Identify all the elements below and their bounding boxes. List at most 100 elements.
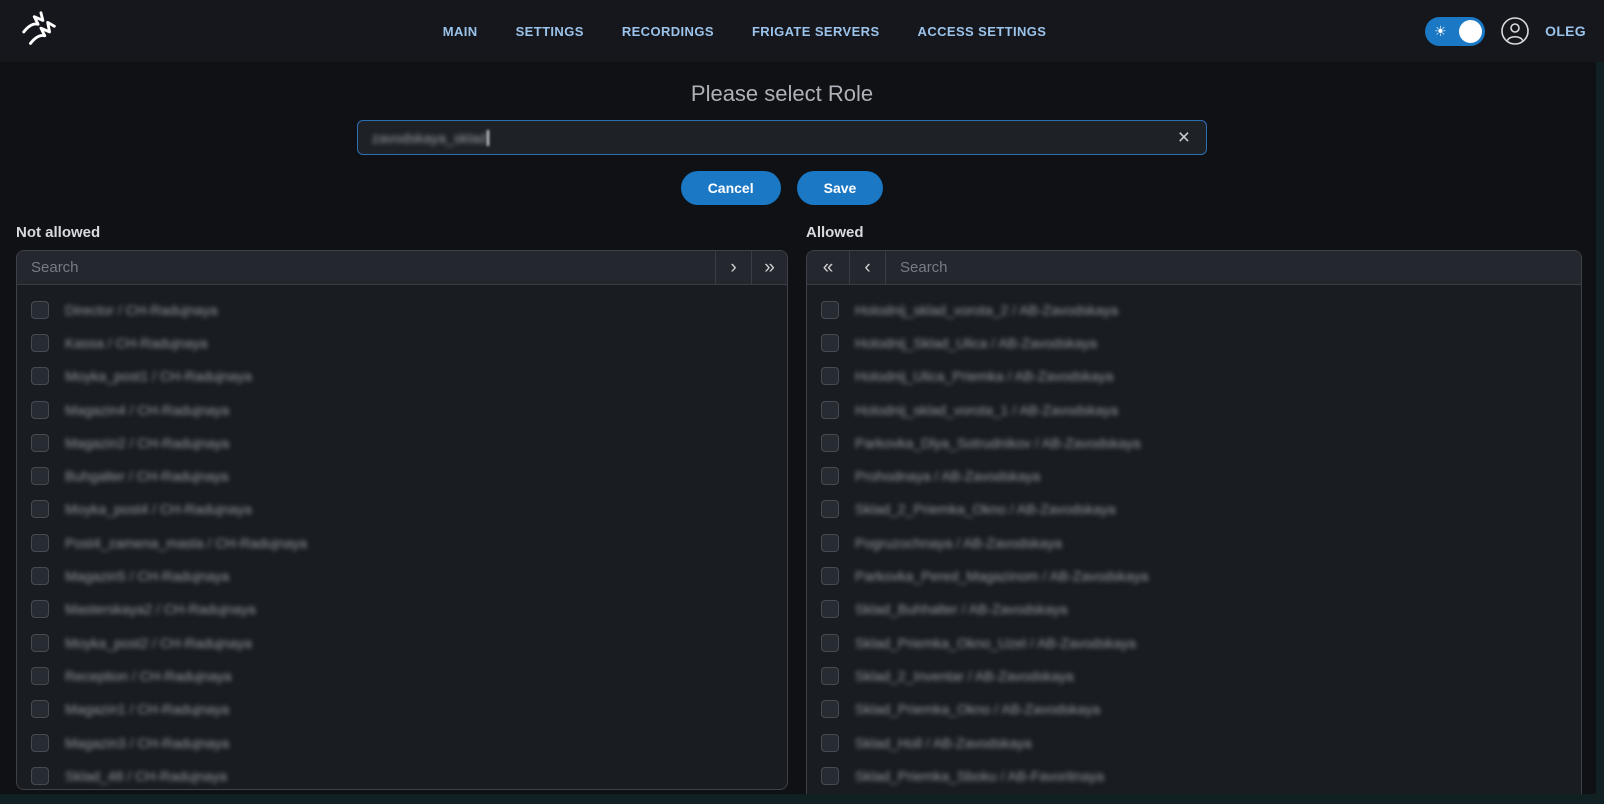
item-checkbox[interactable] — [821, 667, 839, 685]
list-item[interactable]: Parkovka_Pered_Magazinom / AB-Zavodskaya — [807, 559, 1581, 592]
item-checkbox[interactable] — [31, 767, 49, 785]
item-checkbox[interactable] — [821, 567, 839, 585]
role-input[interactable]: zavodskaya_sklad × — [357, 120, 1207, 155]
item-checkbox[interactable] — [31, 467, 49, 485]
list-item[interactable]: Moyka_post2 / CH-Radujnaya — [17, 626, 787, 659]
nav-link[interactable]: RECORDINGS — [622, 24, 714, 39]
move-all-right-button[interactable]: » — [751, 251, 787, 284]
item-label: Holodnij_Ulica_Priemka / AB-Zavodskaya — [855, 368, 1113, 384]
nav-link[interactable]: SETTINGS — [516, 24, 584, 39]
list-item[interactable]: Sklad_Holl / AB-Zavodskaya — [807, 726, 1581, 759]
item-label: Holodnij_sklad_vorota_1 / AB-Zavodskaya — [855, 402, 1118, 418]
user-avatar-icon[interactable] — [1500, 16, 1530, 46]
list-item[interactable]: Buhgalter / CH-Radujnaya — [17, 459, 787, 492]
list-item[interactable]: Holodnij_Sklad_Ulica / AB-Zavodskaya — [807, 326, 1581, 359]
item-checkbox[interactable] — [31, 667, 49, 685]
item-checkbox[interactable] — [821, 534, 839, 552]
list-item[interactable]: Holodnij_Ulica_Priemka / AB-Zavodskaya — [807, 360, 1581, 393]
allowed-panel-header: « ‹ — [807, 251, 1581, 285]
list-item[interactable]: Sklad_Buhhalter / AB-Zavodskaya — [807, 593, 1581, 626]
cancel-button[interactable]: Cancel — [681, 171, 781, 205]
list-item[interactable]: Moyka_post1 / CH-Radujnaya — [17, 360, 787, 393]
item-label: Moyka_post1 / CH-Radujnaya — [65, 368, 252, 384]
move-all-left-button[interactable]: « — [807, 251, 850, 284]
list-item[interactable]: Parkovka_Dlya_Sotrudnikov / AB-Zavodskay… — [807, 426, 1581, 459]
item-label: Sklad_2_Priemka_Okno / AB-Zavodskaya — [855, 501, 1116, 517]
bottom-scrollbar-track[interactable] — [0, 794, 1604, 804]
allowed-search-input[interactable] — [886, 251, 1581, 284]
item-checkbox[interactable] — [821, 767, 839, 785]
nav-link[interactable]: MAIN — [443, 24, 478, 39]
item-checkbox[interactable] — [31, 734, 49, 752]
nav-link[interactable]: FRIGATE SERVERS — [752, 24, 880, 39]
nav-link[interactable]: ACCESS SETTINGS — [918, 24, 1047, 39]
username[interactable]: OLEG — [1545, 23, 1586, 39]
item-checkbox[interactable] — [821, 467, 839, 485]
not-allowed-search-input[interactable] — [17, 251, 715, 284]
item-checkbox[interactable] — [31, 700, 49, 718]
clear-input-button[interactable]: × — [1176, 127, 1192, 148]
item-checkbox[interactable] — [821, 367, 839, 385]
list-item[interactable]: Sklad_2_Priemka_Okno / AB-Zavodskaya — [807, 493, 1581, 526]
list-item[interactable]: Holodnij_sklad_vorota_2 / AB-Zavodskaya — [807, 293, 1581, 326]
item-checkbox[interactable] — [31, 434, 49, 452]
item-label: Magazin2 / CH-Radujnaya — [65, 435, 229, 451]
allowed-panel: « ‹ Holodnij_sklad_vorota_2 / AB-Zavodsk… — [806, 250, 1582, 801]
item-checkbox[interactable] — [821, 700, 839, 718]
item-checkbox[interactable] — [31, 401, 49, 419]
item-checkbox[interactable] — [821, 434, 839, 452]
theme-toggle[interactable]: ☀ — [1425, 17, 1485, 46]
item-checkbox[interactable] — [821, 301, 839, 319]
list-item[interactable]: Sklad_Priemka_Sboku / AB-Favoritnaya — [807, 759, 1581, 792]
list-item[interactable]: Magazin3 / CH-Radujnaya — [17, 726, 787, 759]
item-label: Masterskaya2 / CH-Radujnaya — [65, 601, 256, 617]
item-label: Prohodnaya / AB-Zavodskaya — [855, 468, 1040, 484]
transfer-columns: Not allowed › » Director / CH-Radujnaya — [0, 224, 1604, 801]
list-item[interactable]: Director / CH-Radujnaya — [17, 293, 787, 326]
item-checkbox[interactable] — [31, 367, 49, 385]
list-item[interactable]: Sklad_Priemka_Okno_Uzel / AB-Zavodskaya — [807, 626, 1581, 659]
move-left-button[interactable]: ‹ — [850, 251, 886, 284]
move-right-button[interactable]: › — [715, 251, 751, 284]
list-item[interactable]: Moyka_post4 / CH-Radujnaya — [17, 493, 787, 526]
list-item[interactable]: Sklad_Priemka_Okno / AB-Zavodskaya — [807, 693, 1581, 726]
list-item[interactable]: Reception / CH-Radujnaya — [17, 659, 787, 692]
theme-toggle-knob — [1459, 20, 1482, 43]
item-checkbox[interactable] — [31, 534, 49, 552]
item-checkbox[interactable] — [821, 334, 839, 352]
not-allowed-heading: Not allowed — [16, 224, 788, 241]
allowed-section: Allowed « ‹ Holodnij_sklad_vorota_2 / AB… — [806, 224, 1582, 801]
list-item[interactable]: Kassa / CH-Radujnaya — [17, 326, 787, 359]
list-item[interactable]: Holodnij_sklad_vorota_1 / AB-Zavodskaya — [807, 393, 1581, 426]
list-item[interactable]: Sklad_48 / CH-Radujnaya — [17, 759, 787, 790]
item-checkbox[interactable] — [821, 401, 839, 419]
list-item[interactable]: Post4_zamena_masla / CH-Radujnaya — [17, 526, 787, 559]
item-label: Sklad_48 / CH-Radujnaya — [65, 768, 227, 784]
item-checkbox[interactable] — [821, 734, 839, 752]
item-label: Magazin5 / CH-Radujnaya — [65, 568, 229, 584]
item-checkbox[interactable] — [31, 600, 49, 618]
list-item[interactable]: Magazin5 / CH-Radujnaya — [17, 559, 787, 592]
item-checkbox[interactable] — [31, 500, 49, 518]
list-item[interactable]: Sklad_2_Inventar / AB-Zavodskaya — [807, 659, 1581, 692]
frigate-logo[interactable] — [18, 8, 64, 54]
list-item[interactable]: Pogruzochnaya / AB-Zavodskaya — [807, 526, 1581, 559]
item-checkbox[interactable] — [31, 634, 49, 652]
item-label: Magazin1 / CH-Radujnaya — [65, 701, 229, 717]
item-label: Sklad_2_Inventar / AB-Zavodskaya — [855, 668, 1074, 684]
right-scrollbar-track[interactable] — [1596, 62, 1604, 804]
list-item[interactable]: Masterskaya2 / CH-Radujnaya — [17, 593, 787, 626]
list-item[interactable]: Magazin2 / CH-Radujnaya — [17, 426, 787, 459]
list-item[interactable]: Magazin4 / CH-Radujnaya — [17, 393, 787, 426]
item-checkbox[interactable] — [31, 301, 49, 319]
save-button[interactable]: Save — [797, 171, 884, 205]
list-item[interactable]: Prohodnaya / AB-Zavodskaya — [807, 459, 1581, 492]
item-checkbox[interactable] — [31, 567, 49, 585]
not-allowed-list: Director / CH-Radujnaya Kassa / CH-Raduj… — [17, 285, 787, 790]
item-label: Sklad_Holl / AB-Zavodskaya — [855, 735, 1032, 751]
item-checkbox[interactable] — [821, 600, 839, 618]
item-checkbox[interactable] — [31, 334, 49, 352]
list-item[interactable]: Magazin1 / CH-Radujnaya — [17, 693, 787, 726]
item-checkbox[interactable] — [821, 634, 839, 652]
item-checkbox[interactable] — [821, 500, 839, 518]
